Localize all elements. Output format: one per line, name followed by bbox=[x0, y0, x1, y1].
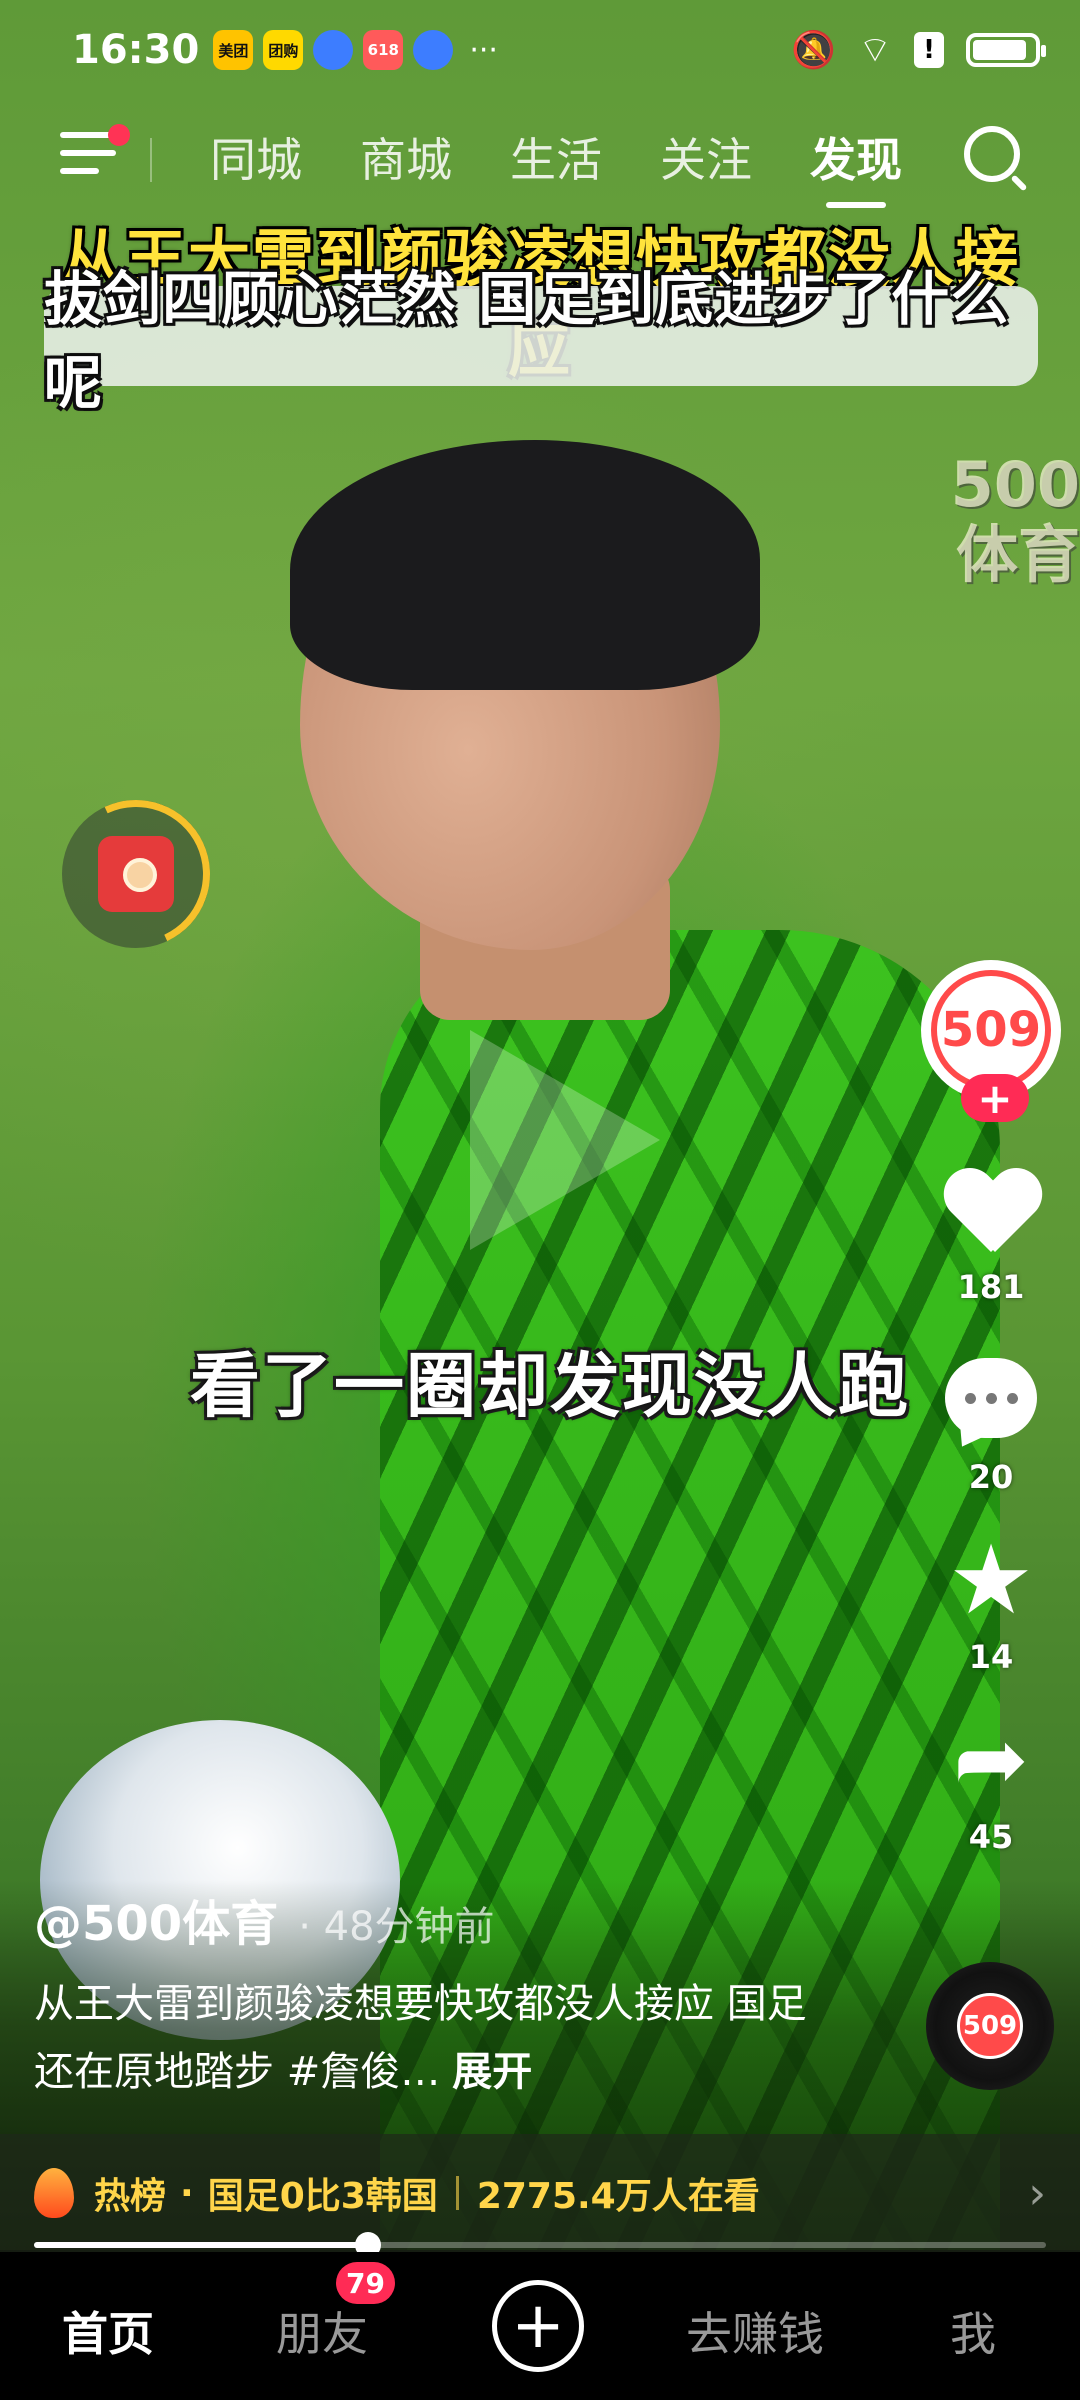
tab-tongcheng[interactable]: 同城 bbox=[210, 124, 302, 190]
share-action[interactable]: ➦ 45 bbox=[916, 1707, 1066, 1857]
tab-guanzhu[interactable]: 关注 bbox=[660, 124, 752, 190]
heart-icon bbox=[943, 1170, 1039, 1258]
create-button[interactable]: + bbox=[492, 2280, 584, 2372]
expand-link[interactable]: 展开 bbox=[452, 2049, 532, 2095]
menu-icon-line bbox=[60, 168, 100, 174]
app-618-icon: 618 bbox=[363, 30, 404, 70]
tab-shenghuo[interactable]: 生活 bbox=[510, 124, 602, 190]
favorite-count: 14 bbox=[968, 1638, 1014, 1676]
description-text: 从王大雷到颜骏凌想要快攻都没人接应 国足还在原地踏步 #詹俊… bbox=[34, 1981, 807, 2095]
post-description[interactable]: 从王大雷到颜骏凌想要快攻都没人接应 国足还在原地踏步 #詹俊… 展开 bbox=[34, 1970, 814, 2106]
menu-button[interactable] bbox=[60, 124, 130, 184]
hot-list-bar[interactable]: 热榜 · 国足0比3韩国 2775.4万人在看 › bbox=[0, 2134, 1080, 2252]
favorite-action[interactable]: ★ 14 bbox=[916, 1532, 1066, 1676]
tab-me[interactable]: 我 bbox=[950, 2298, 996, 2364]
video-caption-line-2: 拔剑四顾心茫然 国足到底进步了什么呢 bbox=[44, 265, 1038, 417]
tab-friends[interactable]: 朋友 79 bbox=[276, 2262, 395, 2364]
meituan-icon: 美团 bbox=[213, 30, 254, 70]
play-icon bbox=[470, 1030, 660, 1250]
menu-notification-dot bbox=[108, 124, 130, 146]
action-rail: 509 + 181 20 ★ 14 ➦ 45 bbox=[916, 960, 1066, 1856]
tab-friends-label: 朋友 bbox=[276, 2307, 368, 2361]
hot-list-viewers: 2775.4万人在看 bbox=[476, 2176, 760, 2217]
more-notifications: ··· bbox=[469, 32, 498, 68]
like-count: 181 bbox=[957, 1268, 1025, 1306]
status-bar: 16:30 美团 团购 618 ··· 🔕 ⌔ ! bbox=[0, 0, 1080, 100]
menu-icon-line bbox=[60, 150, 116, 156]
comment-count: 20 bbox=[968, 1458, 1014, 1496]
battery-icon bbox=[966, 33, 1046, 67]
star-icon: ★ bbox=[947, 1524, 1035, 1636]
author-name[interactable]: @500体育 bbox=[34, 1884, 278, 1954]
post-time: · 48分钟前 bbox=[298, 1904, 495, 1950]
progress-fill bbox=[34, 2242, 368, 2248]
like-action[interactable]: 181 bbox=[916, 1170, 1066, 1306]
hot-list-label: 热榜 bbox=[94, 2176, 167, 2217]
nav-divider bbox=[150, 138, 152, 182]
browser-icon-2 bbox=[413, 30, 454, 70]
nav-tabs: 同城 商城 生活 关注 发现 bbox=[210, 124, 902, 208]
hot-list-divider bbox=[455, 2176, 459, 2210]
browser-icon bbox=[313, 30, 354, 70]
tuangou-icon: 团购 bbox=[263, 30, 304, 70]
follow-button[interactable]: + bbox=[961, 1074, 1029, 1123]
music-disc-logo: 509 bbox=[957, 1993, 1023, 2059]
tab-shangcheng[interactable]: 商城 bbox=[360, 124, 452, 190]
search-icon[interactable] bbox=[964, 126, 1020, 182]
top-nav: 同城 商城 生活 关注 发现 bbox=[0, 110, 1080, 210]
player-hair bbox=[290, 440, 760, 690]
alert-icon: ! bbox=[914, 32, 944, 68]
status-right: 🔕 ⌔ ! bbox=[791, 28, 1046, 73]
comment-action[interactable]: 20 bbox=[916, 1358, 1066, 1496]
hot-list-topic: 国足0比3韩国 bbox=[207, 2176, 438, 2217]
share-icon: ➦ bbox=[953, 1707, 1029, 1812]
share-count: 45 bbox=[968, 1818, 1014, 1856]
red-packet-icon bbox=[98, 836, 174, 912]
video-subtitle: 看了一圈却发现没人跑 bbox=[190, 1345, 910, 1427]
hot-list-separator: · bbox=[180, 2172, 194, 2214]
music-disc[interactable]: 509 bbox=[926, 1962, 1054, 2090]
friends-badge: 79 bbox=[336, 2262, 395, 2304]
watermark-line-2: 体育 bbox=[955, 518, 1080, 591]
video-progress-bar[interactable] bbox=[34, 2232, 1046, 2258]
bottom-tab-bar: 首页 朋友 79 + 去赚钱 我 bbox=[0, 2252, 1080, 2400]
wifi-icon: ⌔ bbox=[858, 29, 892, 71]
comment-icon bbox=[945, 1358, 1037, 1438]
status-time: 16:30 bbox=[72, 27, 200, 73]
mute-icon: 🔕 bbox=[791, 30, 837, 71]
notification-icons: 美团 团购 618 ··· bbox=[213, 30, 498, 70]
author-line: @500体育 · 48分钟前 bbox=[34, 1884, 495, 1954]
tab-home[interactable]: 首页 bbox=[62, 2298, 154, 2364]
tab-earn[interactable]: 去赚钱 bbox=[686, 2298, 824, 2364]
avatar-logo: 509 bbox=[931, 970, 1051, 1090]
fire-icon bbox=[34, 2168, 74, 2218]
chevron-right-icon: › bbox=[1028, 2167, 1046, 2219]
red-packet-button[interactable] bbox=[41, 779, 231, 969]
tab-faxian[interactable]: 发现 bbox=[810, 124, 902, 208]
watermark-line-1: 500 bbox=[950, 448, 1080, 521]
author-avatar[interactable]: 509 + bbox=[921, 960, 1061, 1123]
video-watermark: 500 体育 bbox=[950, 450, 1080, 590]
